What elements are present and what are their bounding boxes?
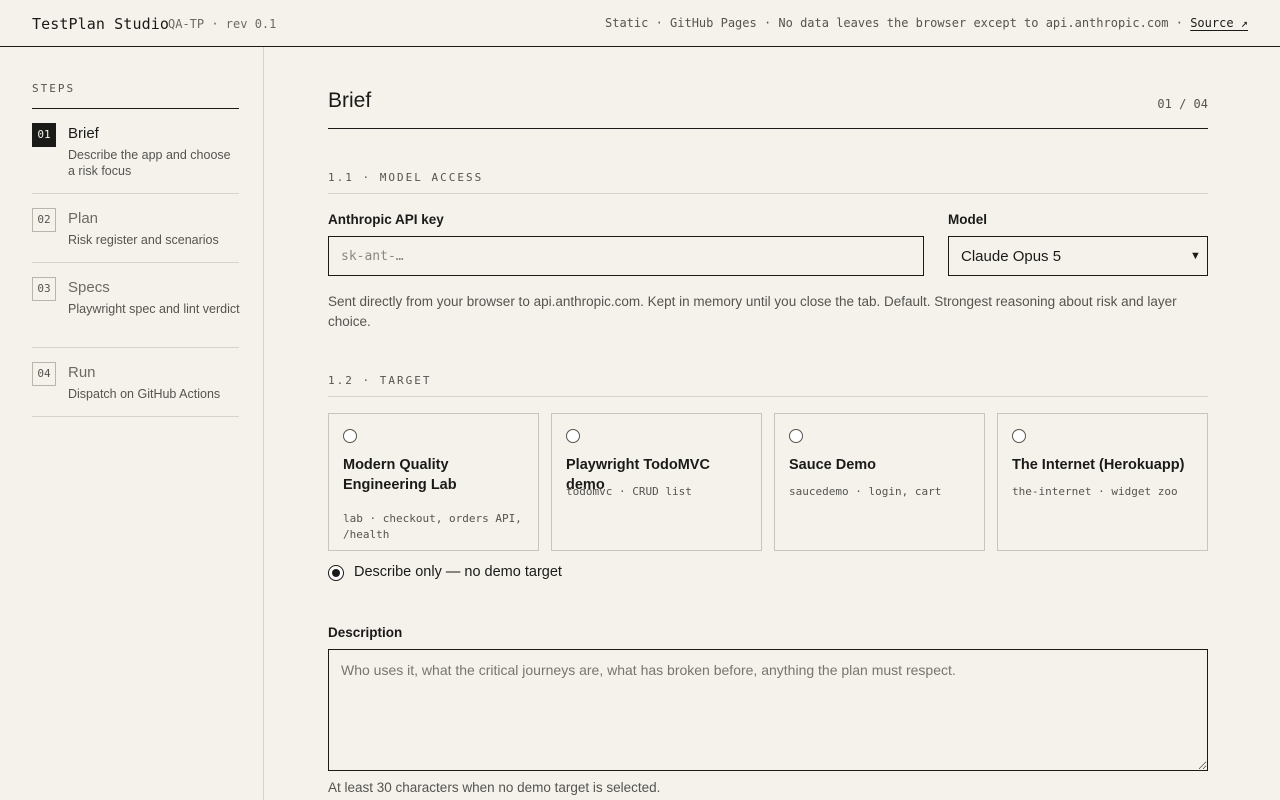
api-key-input[interactable]: [328, 236, 924, 276]
target-card-lab[interactable]: Modern Quality Engineering Lab lab · che…: [328, 413, 539, 551]
step-number: 02: [32, 208, 56, 232]
description-helper: At least 30 characters when no demo targ…: [328, 780, 661, 795]
target-title: Sauce Demo: [789, 457, 877, 473]
api-key-label: Anthropic API key: [328, 212, 444, 227]
model-access-helper: Sent directly from your browser to api.a…: [328, 294, 1177, 329]
target-subtitle: saucedemo · login, cart: [789, 485, 942, 498]
section-divider: [328, 396, 1208, 397]
model-select[interactable]: Claude Opus 5: [948, 236, 1208, 276]
privacy-notice: Static · GitHub Pages · No data leaves t…: [605, 16, 1191, 30]
target-radio[interactable]: [566, 429, 580, 443]
describe-only-radio[interactable]: [328, 565, 344, 581]
source-link[interactable]: Source ↗: [1190, 16, 1248, 30]
step-number: 04: [32, 362, 56, 386]
target-card-todomvc[interactable]: Playwright TodoMVC demo todomvc · CRUD l…: [551, 413, 762, 551]
target-radio[interactable]: [1012, 429, 1026, 443]
step-description: Playwright spec and lint verdict: [68, 302, 240, 316]
sidebar-step-run[interactable]: 04 Run Dispatch on GitHub Actions: [32, 362, 239, 417]
step-title: Run: [68, 364, 96, 381]
target-subtitle: todomvc · CRUD list: [566, 485, 692, 498]
top-bar: TestPlan Studio QA-TP · rev 0.1 Static ·…: [0, 0, 1280, 47]
header-notice: Static · GitHub Pages · No data leaves t…: [605, 16, 1248, 30]
step-number: 01: [32, 123, 56, 147]
step-title: Brief: [68, 125, 99, 142]
target-card-saucedemo[interactable]: Sauce Demo saucedemo · login, cart: [774, 413, 985, 551]
target-radio[interactable]: [789, 429, 803, 443]
section-model-access: 1.1 · MODEL ACCESS: [328, 171, 484, 184]
model-label: Model: [948, 212, 987, 227]
revision-label: QA-TP · rev 0.1: [168, 17, 277, 31]
target-subtitle: the-internet · widget zoo: [1012, 485, 1178, 498]
sidebar: STEPS 01 Brief Describe the app and choo…: [0, 47, 264, 800]
steps-divider: [32, 108, 239, 109]
target-title: Modern Quality Engineering Lab: [343, 457, 457, 493]
describe-only-label: Describe only — no demo target: [354, 564, 562, 580]
step-title: Specs: [68, 279, 110, 296]
sidebar-step-specs[interactable]: 03 Specs Playwright spec and lint verdic…: [32, 277, 240, 348]
step-description: Dispatch on GitHub Actions: [68, 387, 221, 401]
steps-heading: STEPS: [32, 82, 76, 95]
app-title: TestPlan Studio: [32, 15, 169, 33]
sidebar-step-brief[interactable]: 01 Brief Describe the app and choose a r…: [32, 123, 239, 194]
step-title: Plan: [68, 210, 99, 227]
description-textarea[interactable]: [328, 649, 1208, 771]
target-radio[interactable]: [343, 429, 357, 443]
page-title: Brief: [328, 89, 372, 112]
step-counter: 01 / 04: [1157, 97, 1208, 111]
step-description: Risk register and scenarios: [68, 233, 219, 247]
sidebar-step-plan[interactable]: 02 Plan Risk register and scenarios: [32, 208, 239, 263]
step-description: Describe the app and choose a risk focus: [68, 148, 231, 178]
target-subtitle: lab · checkout, orders API, /health: [343, 512, 522, 541]
section-divider: [328, 193, 1208, 194]
target-card-the-internet[interactable]: The Internet (Herokuapp) the-internet · …: [997, 413, 1208, 551]
section-target: 1.2 · TARGET: [328, 374, 432, 387]
target-title: The Internet (Herokuapp): [1012, 457, 1185, 473]
description-label: Description: [328, 625, 403, 640]
title-divider: [328, 128, 1208, 129]
step-number: 03: [32, 277, 56, 301]
